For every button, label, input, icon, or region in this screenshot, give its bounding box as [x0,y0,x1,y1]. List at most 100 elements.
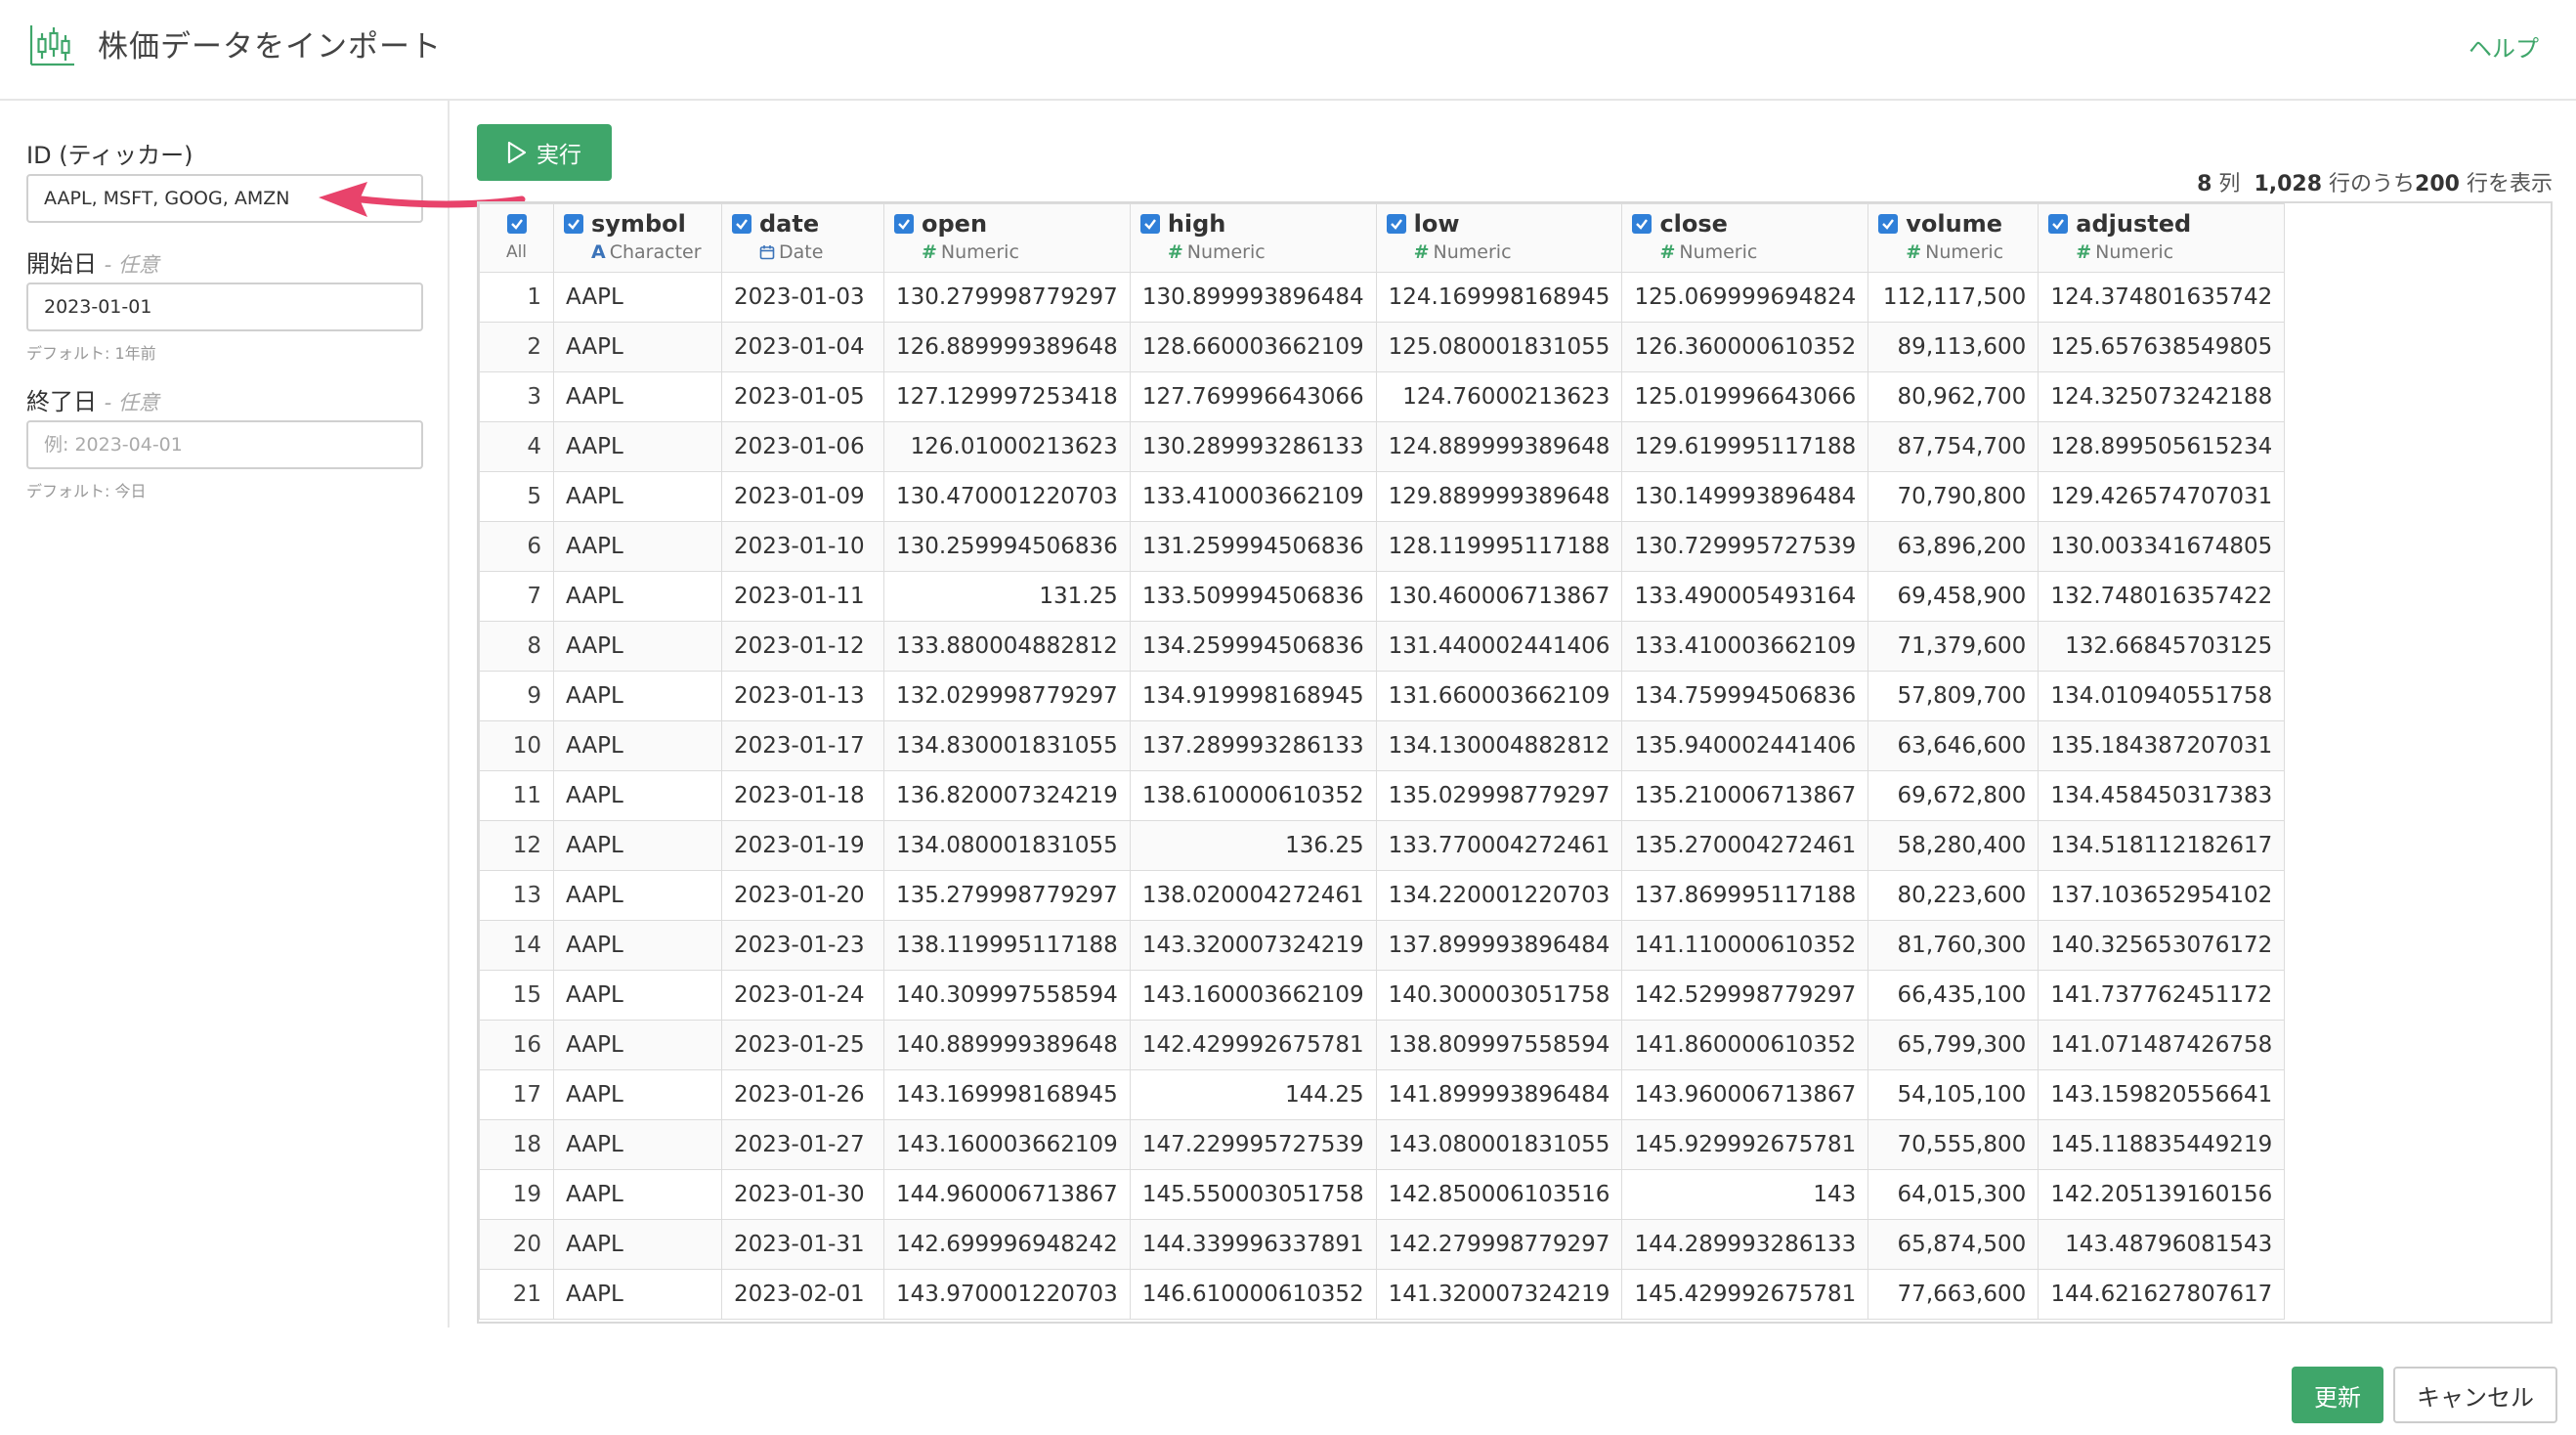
cell-adjusted: 141.071487426758 [2038,1020,2286,1070]
cell-high: 143.160003662109 [1129,970,1377,1021]
cell-low: 134.220001220703 [1375,870,1623,921]
table-row: 4 AAPL 2023-01-06 126.01000213623 130.289993… [479,421,2286,472]
row-number-cell: 18 [479,1119,554,1170]
column-name: low [1413,210,1460,238]
column-header-date[interactable]: date Date [721,203,884,273]
ticker-id-label: ID (ティッカー) [26,142,193,169]
start-date-input[interactable] [26,283,423,331]
cell-low: 128.119995117188 [1375,521,1623,572]
cell-date: 2023-01-24 [721,970,884,1021]
column-header-volume[interactable]: volume # Numeric [1868,203,2039,273]
column-name: symbol [591,210,686,238]
select-all-checkbox[interactable] [506,214,527,234]
row-number-cell: 16 [479,1020,554,1070]
update-button[interactable]: 更新 [2292,1367,2383,1423]
cell-symbol: AAPL [553,671,722,721]
cell-symbol: AAPL [553,1020,722,1070]
column-checkbox[interactable] [1139,214,1160,234]
table-row: 9 AAPL 2023-01-13 132.029998779297 134.91999… [479,671,2286,721]
cell-high: 137.289993286133 [1129,720,1377,771]
column-name: adjusted [2076,210,2192,238]
cancel-button[interactable]: キャンセル [2393,1367,2557,1423]
cell-close: 133.490005493164 [1621,571,1869,622]
cell-volume: 81,760,300 [1868,920,2039,971]
cell-symbol: AAPL [553,820,722,871]
dialog-title: 株価データをインポート [98,29,442,65]
cell-date: 2023-01-13 [721,671,884,721]
cell-high: 133.410003662109 [1129,471,1377,522]
cell-date: 2023-01-09 [721,471,884,522]
cell-close: 143.960006713867 [1621,1069,1869,1120]
column-header-low[interactable]: low # Numeric [1375,203,1623,273]
column-header-adjusted[interactable]: adjusted # Numeric [2038,203,2286,273]
column-header-symbol[interactable]: symbol A Character [553,203,722,273]
cell-volume: 64,015,300 [1868,1169,2039,1220]
cell-symbol: AAPL [553,521,722,572]
cell-adjusted: 142.205139160156 [2038,1169,2286,1220]
column-name-row: adjusted [2048,210,2274,238]
column-header-high[interactable]: high # Numeric [1129,203,1377,273]
cell-open: 130.470001220703 [883,471,1131,522]
cell-low: 130.460006713867 [1375,571,1623,622]
help-link[interactable]: ヘルプ [2469,29,2539,64]
data-grid: All symbol A Character date Date open # Numeric… [479,203,2286,1320]
cell-symbol: AAPL [553,621,722,672]
cell-close: 135.210006713867 [1621,770,1869,821]
select-all-column[interactable]: All [479,203,554,273]
column-checkbox[interactable] [1878,214,1899,234]
start-date-label: 開始日 - 任意 [26,244,159,279]
cell-date: 2023-01-06 [721,421,884,472]
row-number-cell: 19 [479,1169,554,1220]
row-number-cell: 8 [479,621,554,672]
cell-adjusted: 134.458450317383 [2038,770,2286,821]
column-checkbox[interactable] [1632,214,1653,234]
cell-date: 2023-01-12 [721,621,884,672]
cell-symbol: AAPL [553,720,722,771]
cell-adjusted: 145.118835449219 [2038,1119,2286,1170]
cell-close: 125.069999694824 [1621,272,1869,323]
checkmark-icon [1143,219,1156,230]
cell-volume: 65,874,500 [1868,1219,2039,1270]
column-checkbox[interactable] [1386,214,1406,234]
table-row: 18 AAPL 2023-01-27 143.160003662109 147.2299… [479,1119,2286,1170]
cell-symbol: AAPL [553,770,722,821]
cell-open: 130.279998779297 [883,272,1131,323]
table-row: 6 AAPL 2023-01-10 130.259994506836 131.25999… [479,521,2286,572]
column-type-label: Numeric [1433,241,1512,263]
run-button[interactable]: 実行 [477,124,612,181]
column-name: volume [1906,210,2002,238]
table-row: 14 AAPL 2023-01-23 138.119995117188 143.3200… [479,920,2286,971]
end-date-optional-text: - 任意 [104,391,159,414]
column-checkbox[interactable] [894,214,914,234]
column-name-row: open [894,210,1120,238]
end-date-input[interactable] [26,420,423,469]
cell-close: 135.270004272461 [1621,820,1869,871]
row-number-cell: 4 [479,421,554,472]
cell-adjusted: 124.325073242188 [2038,371,2286,422]
cell-adjusted: 130.003341674805 [2038,521,2286,572]
data-preview-table[interactable]: All symbol A Character date Date open # Numeric… [477,201,2553,1324]
column-checkbox[interactable] [564,214,583,234]
cell-high: 130.899993896484 [1129,272,1377,323]
cell-low: 134.130004882812 [1375,720,1623,771]
row-number-cell: 9 [479,671,554,721]
cell-date: 2023-01-05 [721,371,884,422]
cell-high: 144.339996337891 [1129,1219,1377,1270]
cell-open: 131.25 [883,571,1131,622]
cell-adjusted: 125.657638549805 [2038,322,2286,372]
cell-symbol: AAPL [553,1169,722,1220]
row-number-cell: 3 [479,371,554,422]
column-checkbox[interactable] [2048,214,2069,234]
column-checkbox[interactable] [732,214,751,234]
cell-open: 140.889999389648 [883,1020,1131,1070]
end-date-hint: デフォルト: 今日 [26,482,147,500]
checkmark-icon [568,219,580,230]
column-header-open[interactable]: open # Numeric [883,203,1131,273]
column-type-label: Numeric [940,241,1019,263]
table-row: 10 AAPL 2023-01-17 134.830001831055 137.2899… [479,720,2286,771]
cell-symbol: AAPL [553,1119,722,1170]
column-header-close[interactable]: close # Numeric [1621,203,1869,273]
cell-high: 136.25 [1129,820,1377,871]
checkmark-icon [1636,219,1649,230]
column-name-row: low [1386,210,1612,238]
